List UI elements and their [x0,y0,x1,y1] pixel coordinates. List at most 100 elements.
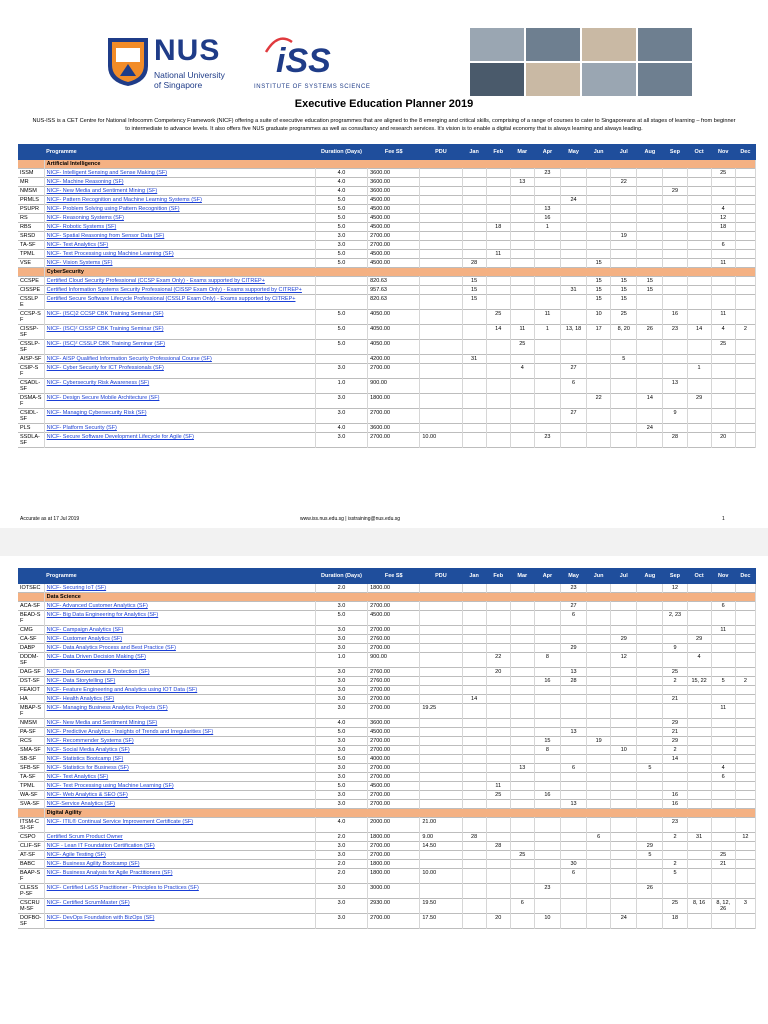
fee-cell: 3600.00 [367,177,421,187]
course-title-link[interactable]: NICF- Text Processing using Machine Lear… [44,249,316,259]
month-cell-dec [735,204,757,214]
course-title-link[interactable]: NICF- Text Analytics (SF) [44,240,316,250]
course-title-link[interactable]: NICF- Secure Software Development Lifecy… [44,432,316,448]
month-cell-may: 23 [560,584,588,593]
month-cell-jan [462,204,487,214]
course-title-link[interactable]: Certified Cloud Security Professional (C… [44,276,316,286]
month-cell-jan [462,772,487,782]
course-title-link[interactable]: NICF- Design Secure Mobile Architecture … [44,393,316,409]
duration-cell: 5.0 [315,610,369,626]
month-cell-sep: 25 [662,667,688,677]
course-title-link[interactable]: NICF- New Media and Sentiment Mining (SF… [44,186,316,196]
header-mar: Mar [510,144,535,160]
month-cell-oct [687,610,712,626]
course-title-link[interactable]: NICF- Business Analysis for Agile Practi… [44,868,316,884]
course-title-link[interactable]: NICF- Agile Testing (SF) [44,850,316,860]
course-title-link[interactable]: NICF- ITIL® Continual Service Improvemen… [44,817,316,833]
course-title-link[interactable]: NICF- Customer Analytics (SF) [44,634,316,644]
course-title-link[interactable]: NICF- Platform Security (SF) [44,423,316,433]
course-title-link[interactable]: NICF- Statistics Bootcamp (SF) [44,754,316,764]
table-row: PLS NICF- Platform Security (SF) 4.0 3600.0… [18,423,757,433]
month-cell-jun: 19 [586,736,612,746]
course-title-link[interactable]: Certified Secure Software Lifecycle Prof… [44,294,316,310]
course-title-link[interactable]: NICF- Cyber Security for ICT Professiona… [44,363,316,379]
month-cell-dec [735,718,757,728]
course-title-link[interactable]: NICF- Problem Solving using Pattern Reco… [44,204,316,214]
course-title-link[interactable]: NICF- Vision Systems (SF) [44,258,316,268]
course-title-link[interactable]: Certified Information Systems Security P… [44,285,316,295]
course-title-link[interactable]: NICF- Text Processing using Machine Lear… [44,781,316,791]
course-title-link[interactable]: NICF- Data Storytelling (SF) [44,676,316,686]
course-title-link[interactable]: NICF- Big Data Engineering for Analytics… [44,610,316,626]
fee-cell: 4200.00 [367,354,421,364]
course-title-link[interactable]: NICF- (ISC)2 CCSP CBK Training Seminar (… [44,309,316,325]
course-title-link[interactable]: NICF- Pattern Recognition and Machine Le… [44,195,316,205]
month-cell-jul [610,240,638,250]
course-title-link[interactable]: NICF- Health Analytics (SF) [44,694,316,704]
header-feb: Feb [486,568,511,584]
course-title-link[interactable]: NICF- Business Agility Bootcamp (SF) [44,859,316,869]
month-cell-jun [586,718,612,728]
course-title-link[interactable]: NICF - Lean IT Foundation Certification … [44,841,316,851]
course-title-link[interactable]: NICF- Advanced Customer Analytics (SF) [44,601,316,611]
month-cell-jan [462,601,487,611]
course-title-link[interactable]: NICF- Spatial Reasoning from Sensor Data… [44,231,316,241]
month-cell-jul: 22 [610,177,638,187]
course-title-link[interactable]: NICF- Data Governance & Protection (SF) [44,667,316,677]
course-title-link[interactable]: NICF- Statistics for Business (SF) [44,763,316,773]
course-title-link[interactable]: NICF- Web Analytics & SEO (SF) [44,790,316,800]
duration-cell: 5.0 [315,754,369,764]
month-cell-mar [510,913,535,929]
category-spacer [18,267,45,277]
month-cell-apr [534,850,561,860]
month-cell-sep: 23 [662,324,688,340]
table-row: ITSM-CSI-SF NICF- ITIL® Continual Service… [18,817,757,833]
header-code [18,568,45,584]
course-title-link[interactable]: NICF- Securing IoT (SF) [44,584,316,593]
course-title-link[interactable]: NICF- Text Analytics (SF) [44,772,316,782]
course-title-link[interactable]: NICF- AISP Qualified Information Securit… [44,354,316,364]
month-cell-apr [534,363,561,379]
course-title-link[interactable]: NICF- Managing Business Analytics Projec… [44,703,316,719]
course-title-link[interactable]: NICF- (ISC)² CISSP CBK Training Seminar … [44,324,316,340]
course-title-link[interactable]: NICF- Data Analytics Process and Best Pr… [44,643,316,653]
course-title-link[interactable]: NICF- Robotic Systems (SF) [44,222,316,232]
course-title-link[interactable]: Certified Scrum Product Owner [44,832,316,842]
course-title-link[interactable]: NICF- DevOps Foundation with BizOps (SF) [44,913,316,929]
pdu-cell [419,309,463,325]
month-cell-jul: 25 [610,309,638,325]
course-title-link[interactable]: NICF- Feature Engineering and Analytics … [44,685,316,695]
course-title-link[interactable]: NICF- Data Driven Decision Making (SF) [44,652,316,668]
course-title-link[interactable]: NICF- Recommender Systems (SF) [44,736,316,746]
pdu-cell [419,324,463,340]
course-title-link[interactable]: NICF- Cybersecurity Risk Awareness (SF) [44,378,316,394]
course-title-link[interactable]: NICF- Predictive Analytics - Insights of… [44,727,316,737]
course-title-link[interactable]: NICF- Certified LeSS Practitioner - Prin… [44,883,316,899]
month-cell-may: 6 [560,378,588,394]
month-cell-feb [486,285,511,295]
table-row: CMG NICF- Campaign Analytics (SF) 3.0 2700.… [18,625,757,635]
pdu-cell [419,186,463,196]
month-cell-jan [462,883,487,899]
table-row: TA-SF NICF- Text Analytics (SF) 3.0 2700.00… [18,772,757,782]
course-title-link[interactable]: NICF-Service Analytics (SF) [44,799,316,809]
month-cell-oct [687,703,712,719]
month-cell-jan [462,625,487,635]
course-title-link[interactable]: NICF- Managing Cybersecurity Risk (SF) [44,408,316,424]
pdu-cell: 19.25 [419,703,463,719]
month-cell-mar [510,859,535,869]
month-cell-feb [486,850,511,860]
course-title-link[interactable]: NICF- Reasoning Systems (SF) [44,213,316,223]
course-title-link[interactable]: NICF- Campaign Analytics (SF) [44,625,316,635]
course-title-link[interactable]: NICF- Intelligent Sensing and Sense Maki… [44,168,316,178]
month-cell-aug: 24 [636,423,664,433]
month-cell-may [560,841,588,851]
course-title-link[interactable]: NICF- New Media and Sentiment Mining (SF… [44,718,316,728]
course-title-link[interactable]: NICF- (ISC)² CSSLP CBK Training Seminar … [44,339,316,355]
course-title-link[interactable]: NICF- Social Media Analytics (SF) [44,745,316,755]
course-title-link[interactable]: NICF- Machine Reasoning (SF) [44,177,316,187]
course-code: RS [18,213,45,223]
pdu-cell [419,736,463,746]
course-title-link[interactable]: NICF- Certified ScrumMaster (SF) [44,898,316,914]
category-row: Digital Agility [18,808,757,818]
